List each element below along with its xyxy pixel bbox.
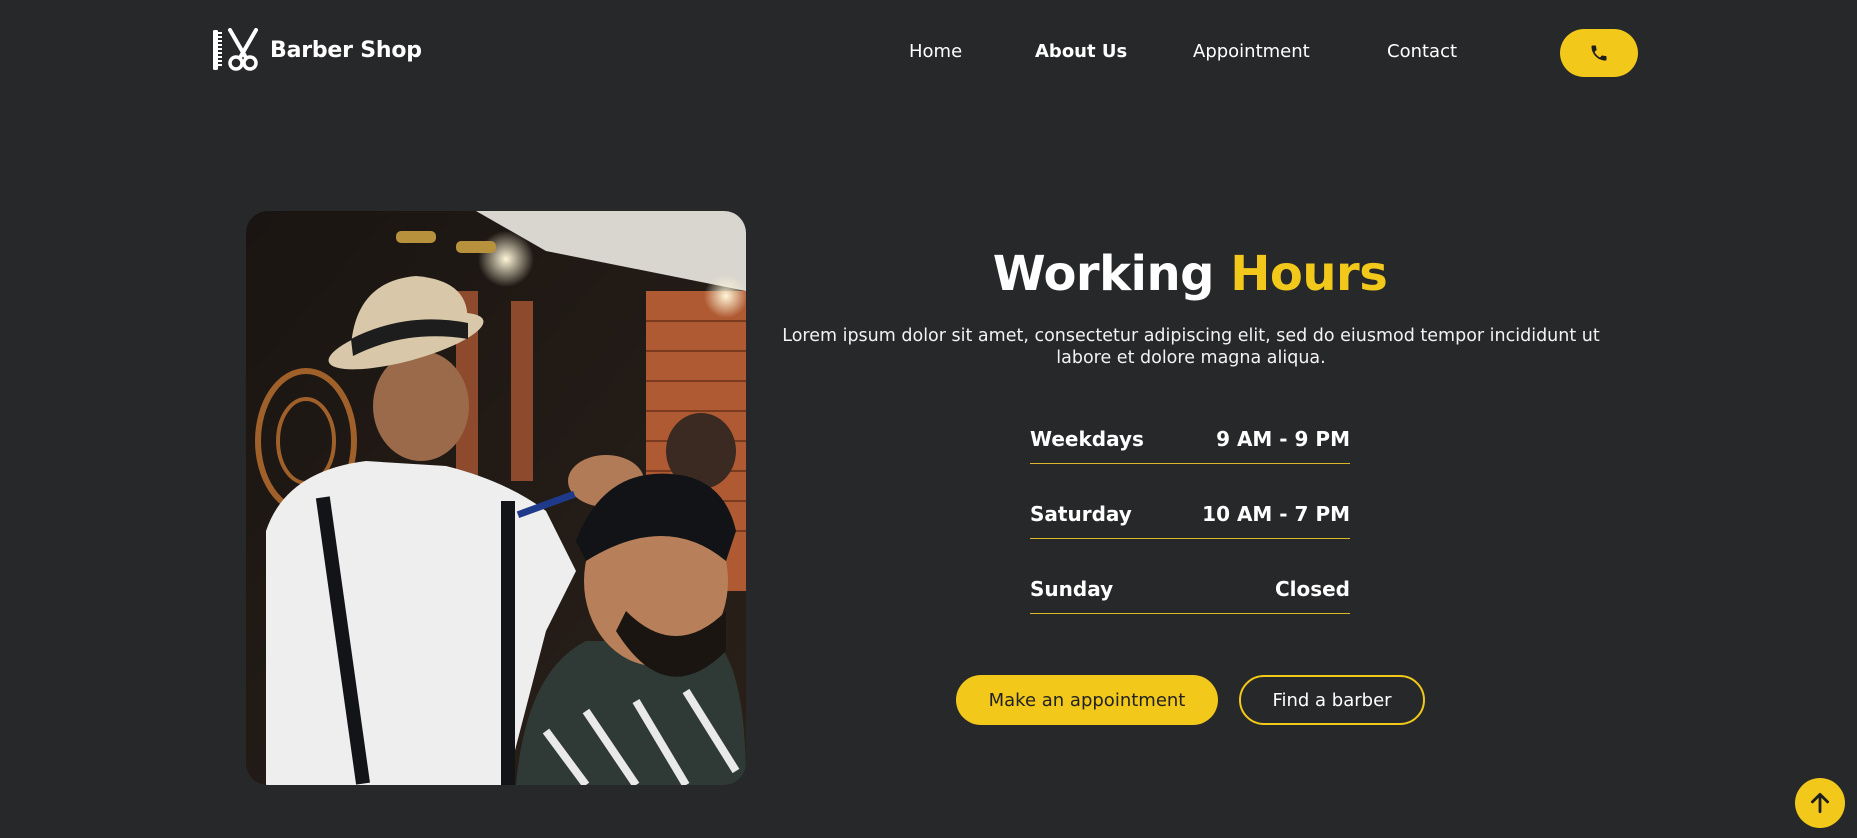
comb-scissors-icon xyxy=(213,28,258,71)
scroll-to-top-button[interactable] xyxy=(1795,778,1845,828)
hours-row-saturday: Saturday 10 AM - 7 PM xyxy=(1030,495,1350,539)
page: Barber Shop Home About Us Appointment Co… xyxy=(0,0,1857,838)
barber-photo xyxy=(246,211,746,785)
hours-time: Closed xyxy=(1274,576,1350,601)
brand-logo[interactable]: Barber Shop xyxy=(212,28,422,72)
hours-row-sunday: Sunday Closed xyxy=(1030,570,1350,614)
hours-time: 9 AM - 9 PM xyxy=(1216,426,1350,451)
make-appointment-button[interactable]: Make an appointment xyxy=(956,675,1218,725)
nav-item-contact[interactable]: Contact xyxy=(1387,41,1457,62)
nav-item-appointment[interactable]: Appointment xyxy=(1193,41,1310,62)
hours-day: Sunday xyxy=(1030,576,1114,601)
working-hours-description: Lorem ipsum dolor sit amet, consectetur … xyxy=(782,326,1600,368)
nav-item-about-us[interactable]: About Us xyxy=(1035,41,1127,62)
hours-table: Weekdays 9 AM - 9 PM Saturday 10 AM - 7 … xyxy=(1030,420,1350,645)
barber-photo-illustration xyxy=(246,211,746,785)
phone-icon xyxy=(1591,45,1607,61)
working-hours-title: Working Hours xyxy=(780,246,1600,302)
hours-row-weekdays: Weekdays 9 AM - 9 PM xyxy=(1030,420,1350,464)
title-part-working: Working xyxy=(992,246,1215,302)
brand-name: Barber Shop xyxy=(270,37,422,63)
hours-time: 10 AM - 7 PM xyxy=(1202,501,1350,526)
nav-item-home[interactable]: Home xyxy=(909,41,962,62)
phone-button[interactable] xyxy=(1560,29,1638,77)
hours-day: Weekdays xyxy=(1030,426,1144,451)
arrow-up-icon xyxy=(1811,792,1829,814)
hours-day: Saturday xyxy=(1030,501,1132,526)
find-barber-button[interactable]: Find a barber xyxy=(1239,675,1425,725)
title-part-hours: Hours xyxy=(1230,246,1388,302)
